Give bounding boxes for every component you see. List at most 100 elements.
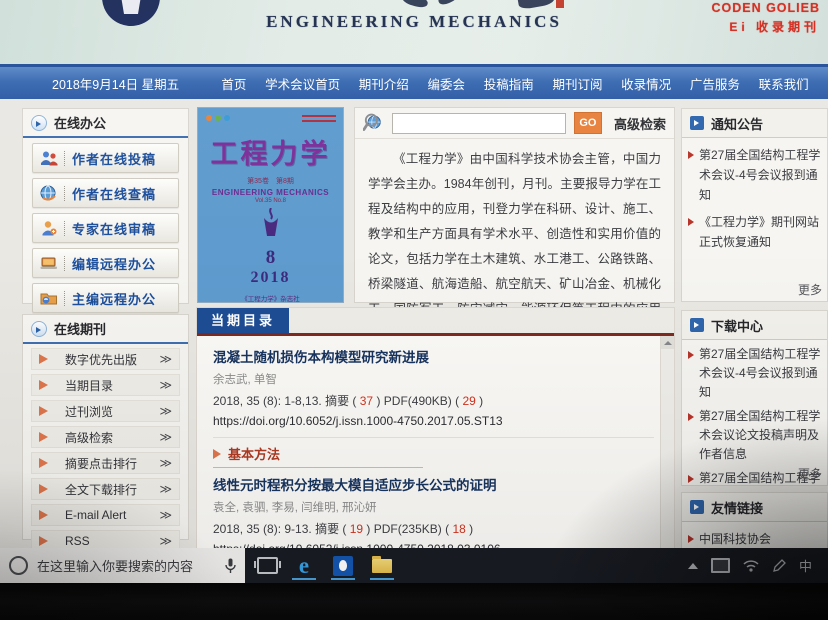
cover-volume-en: Vol.35 No.8 xyxy=(254,198,287,204)
calligraphy-stroke xyxy=(436,0,460,7)
divider xyxy=(64,185,65,201)
expert-icon xyxy=(42,221,57,236)
microphone-icon[interactable] xyxy=(225,558,236,574)
panel-scrollbar[interactable] xyxy=(660,336,674,561)
search-globe-icon xyxy=(363,113,381,131)
search-input[interactable] xyxy=(391,112,566,134)
notice-header: 通知公告 xyxy=(682,109,827,138)
orange-arrow-icon xyxy=(39,354,57,364)
wifi-icon[interactable] xyxy=(743,559,759,572)
nav-date: 2018年9月14日 星期五 xyxy=(52,77,180,92)
expert-review-label: 专家在线审稿 xyxy=(72,221,157,237)
sidebar-item-download-rank[interactable]: 全文下载排行 ≫ xyxy=(31,478,180,500)
file-explorer-icon[interactable] xyxy=(369,551,395,581)
ime-indicator[interactable]: 中 xyxy=(799,556,812,575)
sidebar-item-abstract-rank[interactable]: 摘要点击排行 ≫ xyxy=(31,452,180,474)
notice-item[interactable]: 《工程力学》期刊网站正式恢复通知 xyxy=(688,212,823,252)
edge-browser-icon[interactable]: e xyxy=(291,551,317,581)
current-issue-panel: 当期目录 混凝土随机损伤本构模型研究新进展 余志武, 单智 2018, 35 (… xyxy=(196,307,675,562)
main-nav: 2018年9月14日 星期五 首页 学术会议首页 期刊介绍 编委会 投稿指南 期… xyxy=(0,64,828,99)
chevron-right-icon: ≫ xyxy=(159,482,172,496)
orange-arrow-icon xyxy=(39,432,57,442)
laptop-icon xyxy=(40,257,57,269)
download-item[interactable]: 第27届全国结构工程学术会议论文投稿声明及作者信息 xyxy=(688,407,823,464)
meta-text: ) PDF(235KB) ( xyxy=(363,522,453,536)
nav-item-editorial-board[interactable]: 编委会 xyxy=(424,74,470,93)
sidebar-item-current-issue[interactable]: 当期目录 ≫ xyxy=(31,374,180,396)
orange-arrow-icon xyxy=(39,380,57,390)
cover-dots-decor xyxy=(206,115,230,121)
red-seal-mark xyxy=(556,0,564,8)
screen-photo: ENGINEERING MECHANICS CODEN GOLIEB Ei 收录… xyxy=(0,0,828,620)
system-tray: 中 xyxy=(687,548,828,583)
sidebar-item-advanced-search[interactable]: 高级检索 ≫ xyxy=(31,426,180,448)
editor-office-button[interactable]: 编辑远程办公 xyxy=(32,248,179,278)
taskbar-search-box[interactable]: 在这里输入你要搜索的内容 xyxy=(0,548,245,583)
orange-arrow-icon xyxy=(39,536,57,546)
item-label: RSS xyxy=(65,534,90,548)
panel-badge-icon xyxy=(690,116,704,130)
nav-item-home[interactable]: 首页 xyxy=(217,74,250,93)
item-label: 数字优先出版 xyxy=(65,352,138,367)
item-label: 过刊浏览 xyxy=(65,404,114,419)
display-tray-icon[interactable] xyxy=(710,558,730,573)
blue-app-icon[interactable] xyxy=(330,551,356,581)
nav-item-about[interactable]: 期刊介绍 xyxy=(355,74,413,93)
search-go-button[interactable]: GO xyxy=(573,112,602,134)
online-journal-title: 在线期刊 xyxy=(54,322,107,337)
friendly-link-item[interactable]: 中国科技协会 xyxy=(688,529,823,549)
expert-review-button[interactable]: 专家在线审稿 xyxy=(32,213,179,243)
chevron-right-icon: ≫ xyxy=(159,378,172,392)
advanced-search-link[interactable]: 高级检索 xyxy=(614,114,666,133)
sidebar-item-archive[interactable]: 过刊浏览 ≫ xyxy=(31,400,180,422)
monitor-bezel xyxy=(0,583,828,620)
divider xyxy=(64,220,65,236)
journal-title-en: ENGINEERING MECHANICS xyxy=(266,12,562,31)
nav-item-conference[interactable]: 学术会议首页 xyxy=(261,74,344,93)
chief-editor-office-button[interactable]: 主编远程办公 xyxy=(32,283,179,313)
sidebar-item-email-alert[interactable]: E-mail Alert ≫ xyxy=(31,504,180,526)
cover-year: 2018 xyxy=(250,269,291,286)
article-doi-link[interactable]: https://doi.org/10.6052/j.issn.1000-4750… xyxy=(213,414,654,428)
nav-item-subscription[interactable]: 期刊订阅 xyxy=(548,74,606,93)
cover-publisher-cn: 《工程力学》杂志社 xyxy=(241,296,300,303)
friendly-links-title: 友情链接 xyxy=(711,500,764,516)
divider xyxy=(213,437,654,438)
nav-item-contact[interactable]: 联系我们 xyxy=(755,74,813,93)
online-office-panel: 在线办公 作者在线投稿 作者在线查稿 专家在线审稿 编辑远程办公 主编远程办公 xyxy=(22,108,189,313)
download-item[interactable]: 第27届全国结构工程学术会议-4号会议报到通知 xyxy=(688,345,823,402)
task-view-icon[interactable] xyxy=(254,557,281,574)
tray-chevron-up-icon[interactable] xyxy=(687,562,698,569)
tab-current-issue[interactable]: 当期目录 xyxy=(197,308,289,333)
download-more-link[interactable]: 更多 xyxy=(798,465,822,482)
nav-item-indexing[interactable]: 收录情况 xyxy=(617,74,675,93)
notice-item[interactable]: 第27届全国结构工程学术会议-4号会议报到通知 xyxy=(688,145,823,205)
scroll-up-arrow[interactable] xyxy=(661,336,674,349)
calligraphy-stroke xyxy=(400,0,430,10)
search-intro-panel: GO 高级检索 《工程力学》由中国科学技术协会主管，中国力学学会主办。1984年… xyxy=(354,107,675,341)
journal-cover-image[interactable]: 工程力学 第35卷 第8期 ENGINEERING MECHANICS Vol.… xyxy=(197,107,344,303)
chevron-right-icon: ≫ xyxy=(159,352,172,366)
arrow-badge-icon xyxy=(31,320,47,337)
author-query-button[interactable]: 作者在线查稿 xyxy=(32,178,179,208)
section-label: 基本方法 xyxy=(228,447,281,462)
chief-editor-office-label: 主编远程办公 xyxy=(72,291,157,307)
nav-item-advertising[interactable]: 广告服务 xyxy=(686,74,744,93)
article-title-link[interactable]: 混凝土随机损伤本构模型研究新进展 xyxy=(213,346,654,366)
sidebar-item-online-first[interactable]: 数字优先出版 ≫ xyxy=(31,348,180,370)
ei-index-label: Ei 收录期刊 xyxy=(729,20,820,34)
article-list: 混凝土随机损伤本构模型研究新进展 余志武, 单智 2018, 35 (8): 1… xyxy=(197,336,660,561)
article-item: 混凝土随机损伤本构模型研究新进展 余志武, 单智 2018, 35 (8): 1… xyxy=(213,346,654,428)
nav-item-submission-guide[interactable]: 投稿指南 xyxy=(480,74,538,93)
notice-more-link[interactable]: 更多 xyxy=(798,281,822,298)
pen-icon[interactable] xyxy=(772,558,786,573)
cover-volume-cn: 第35卷 第8期 xyxy=(247,178,294,185)
chevron-right-icon: ≫ xyxy=(159,508,172,522)
download-center-panel: 下载中心 第27届全国结构工程学术会议-4号会议报到通知 第27届全国结构工程学… xyxy=(681,310,828,486)
coden-code: CODEN GOLIEB xyxy=(711,1,820,15)
orange-arrow-icon xyxy=(39,458,57,468)
article-title-link[interactable]: 线性元时程积分按最大模自适应步长公式的证明 xyxy=(213,474,654,494)
cover-issue-number: 8 xyxy=(265,247,276,268)
friendly-links-header: 友情链接 xyxy=(682,493,827,522)
author-submit-button[interactable]: 作者在线投稿 xyxy=(32,143,179,173)
